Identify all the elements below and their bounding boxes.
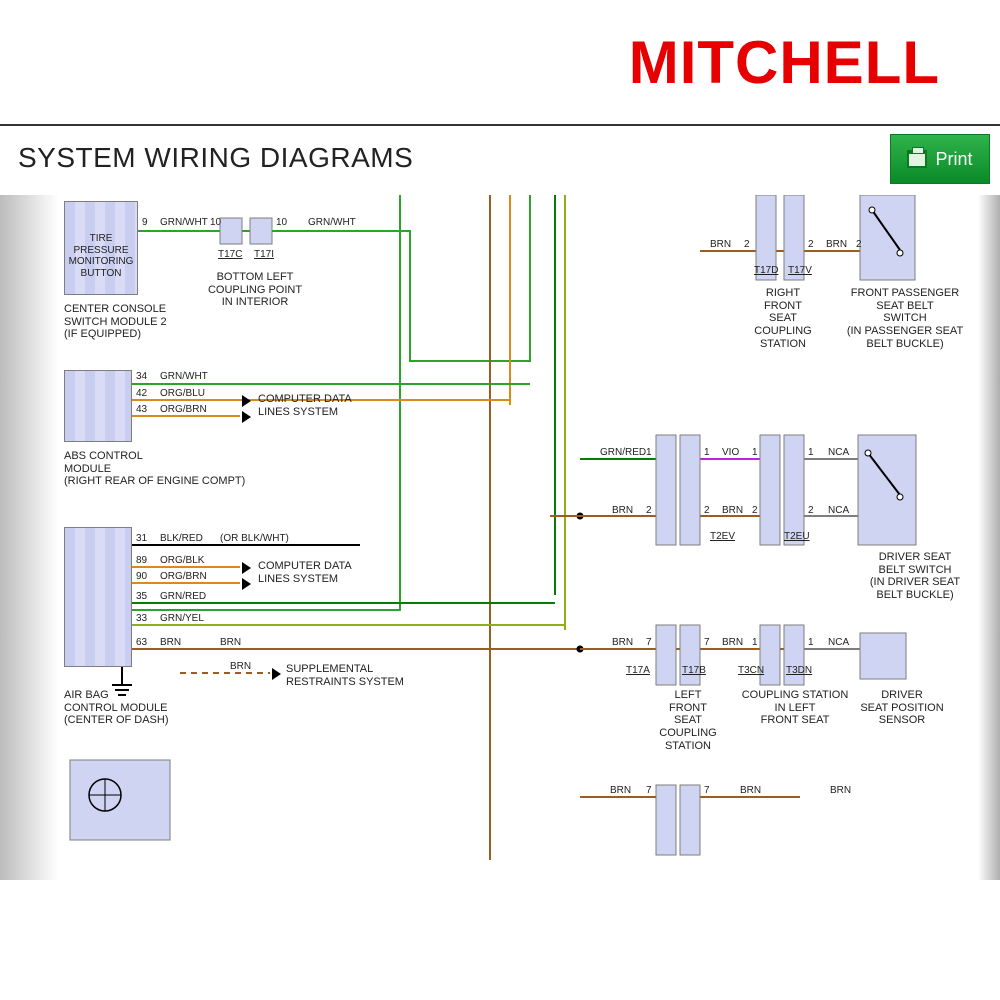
connector-label: T17A: [626, 665, 650, 677]
pin-label: 2: [752, 505, 758, 517]
pin-label: 90: [136, 571, 147, 583]
wire-label: BRN: [230, 661, 251, 673]
pin-label: 7: [646, 785, 652, 797]
pin-label: 2: [856, 239, 862, 251]
wire-label: ORG/BLU: [160, 388, 205, 400]
pin-label: 1: [752, 447, 758, 459]
pin-label: 2: [808, 239, 814, 251]
pin-label: 2: [808, 505, 814, 517]
pin-label: 63: [136, 637, 147, 649]
abs-module-block: [64, 370, 132, 442]
arrow-icon: [242, 411, 251, 423]
wire-label: (OR BLK/WHT): [220, 533, 289, 545]
wire-label: ORG/BLK: [160, 555, 204, 567]
arrow-icon: [242, 578, 251, 590]
wire-label: BRN: [722, 637, 743, 649]
pin-label: 2: [744, 239, 750, 251]
right-front-seat-coupling-label: RIGHTFRONTSEATCOUPLINGSTATION: [748, 287, 818, 350]
wire-label: ORG/BRN: [160, 404, 207, 416]
pin-label: 9: [142, 217, 148, 229]
pin-label: 2: [704, 505, 710, 517]
arrow-icon: [242, 562, 251, 574]
title-bar: SYSTEM WIRING DIAGRAMS Print: [0, 124, 1000, 194]
connector-label: T17C: [218, 249, 242, 261]
computer-data-lines-label-1: COMPUTER DATALINES SYSTEM: [258, 393, 378, 418]
wire-label: BRN: [722, 505, 743, 517]
wire-label: BRN: [612, 637, 633, 649]
pin-label: 10: [276, 217, 287, 229]
wire-label: GRN/RED: [600, 447, 646, 459]
printer-icon: [907, 150, 927, 168]
print-button[interactable]: Print: [890, 134, 990, 184]
connector-label: T2EV: [710, 531, 735, 543]
page-title: SYSTEM WIRING DIAGRAMS: [18, 142, 413, 174]
airbag-module-label: AIR BAGCONTROL MODULE(CENTER OF DASH): [64, 689, 224, 727]
connector-label: T17B: [682, 665, 706, 677]
computer-data-lines-label-2: COMPUTER DATALINES SYSTEM: [258, 560, 378, 585]
connector-label: T17V: [788, 265, 812, 277]
pin-label: 1: [752, 637, 758, 649]
left-front-seat-coupling-label: LEFTFRONTSEATCOUPLINGSTATION: [648, 689, 728, 752]
wire-label: GRN/YEL: [160, 613, 204, 625]
print-button-label: Print: [935, 149, 972, 170]
pin-label: 1: [704, 447, 710, 459]
connector-label: T17D: [754, 265, 778, 277]
wire-label: BRN: [610, 785, 631, 797]
brand-logo: MITCHELL: [629, 28, 940, 97]
pin-label: 43: [136, 404, 147, 416]
connector-label: T2EU: [784, 531, 810, 543]
pin-label: 1: [646, 447, 652, 459]
page-shadow-right: [978, 195, 1000, 880]
tire-pressure-button-label: TIRE PRESSUREMONITORINGBUTTON: [68, 233, 134, 279]
wire-label: GRN/WHT: [308, 217, 356, 229]
wire-label: GRN/WHT: [160, 371, 208, 383]
wire-label: BRN: [826, 239, 847, 251]
pin-label: 1: [808, 447, 814, 459]
wire-label: BRN: [220, 637, 241, 649]
wire-label: BLK/RED: [160, 533, 203, 545]
pin-label: 31: [136, 533, 147, 545]
pin-label: 2: [646, 505, 652, 517]
pin-label: 34: [136, 371, 147, 383]
center-console-label: CENTER CONSOLESWITCH MODULE 2(IF EQUIPPE…: [64, 303, 194, 341]
pin-label: 7: [704, 785, 710, 797]
pin-label: 1: [808, 637, 814, 649]
bottom-left-coupling-label: BOTTOM LEFTCOUPLING POINTIN INTERIOR: [200, 271, 310, 309]
wire-label: NCA: [828, 637, 849, 649]
driver-seat-position-label: DRIVERSEAT POSITIONSENSOR: [852, 689, 952, 727]
pin-label: 89: [136, 555, 147, 567]
wire-label: NCA: [828, 447, 849, 459]
brand-bar: MITCHELL: [0, 0, 1000, 120]
diagram-paper[interactable]: TIRE PRESSUREMONITORINGBUTTON CENTER CON…: [60, 195, 976, 880]
abs-module-label: ABS CONTROLMODULE(RIGHT REAR OF ENGINE C…: [64, 450, 264, 488]
wire-label: BRN: [612, 505, 633, 517]
wire-label: NCA: [828, 505, 849, 517]
pin-label: 35: [136, 591, 147, 603]
coupling-station-lf-label: COUPLING STATIONIN LEFTFRONT SEAT: [740, 689, 850, 727]
wire-label: VIO: [722, 447, 739, 459]
pin-label: 7: [704, 637, 710, 649]
front-passenger-belt-switch-label: FRONT PASSENGERSEAT BELTSWITCH(IN PASSEN…: [830, 287, 980, 350]
supplemental-restraints-label: SUPPLEMENTALRESTRAINTS SYSTEM: [286, 663, 426, 688]
diagram-canvas[interactable]: TIRE PRESSUREMONITORINGBUTTON CENTER CON…: [0, 195, 1000, 880]
wire-label: BRN: [740, 785, 761, 797]
page-shadow-left: [0, 195, 58, 880]
pin-label: 33: [136, 613, 147, 625]
pin-label: 10: [210, 217, 221, 229]
airbag-module-block: [64, 527, 132, 667]
connector-label: T3DN: [786, 665, 812, 677]
pin-label: 42: [136, 388, 147, 400]
arrow-icon: [272, 668, 281, 680]
connector-label: T17I: [254, 249, 274, 261]
connector-label: T3CN: [738, 665, 764, 677]
wire-label: GRN/WHT: [160, 217, 208, 229]
wire-label: ORG/BRN: [160, 571, 207, 583]
pin-label: 7: [646, 637, 652, 649]
wire-label: BRN: [160, 637, 181, 649]
wire-label: BRN: [710, 239, 731, 251]
arrow-icon: [242, 395, 251, 407]
driver-belt-switch-label: DRIVER SEATBELT SWITCH(IN DRIVER SEATBEL…: [850, 551, 980, 602]
wire-label: GRN/RED: [160, 591, 206, 603]
wire-label: BRN: [830, 785, 851, 797]
